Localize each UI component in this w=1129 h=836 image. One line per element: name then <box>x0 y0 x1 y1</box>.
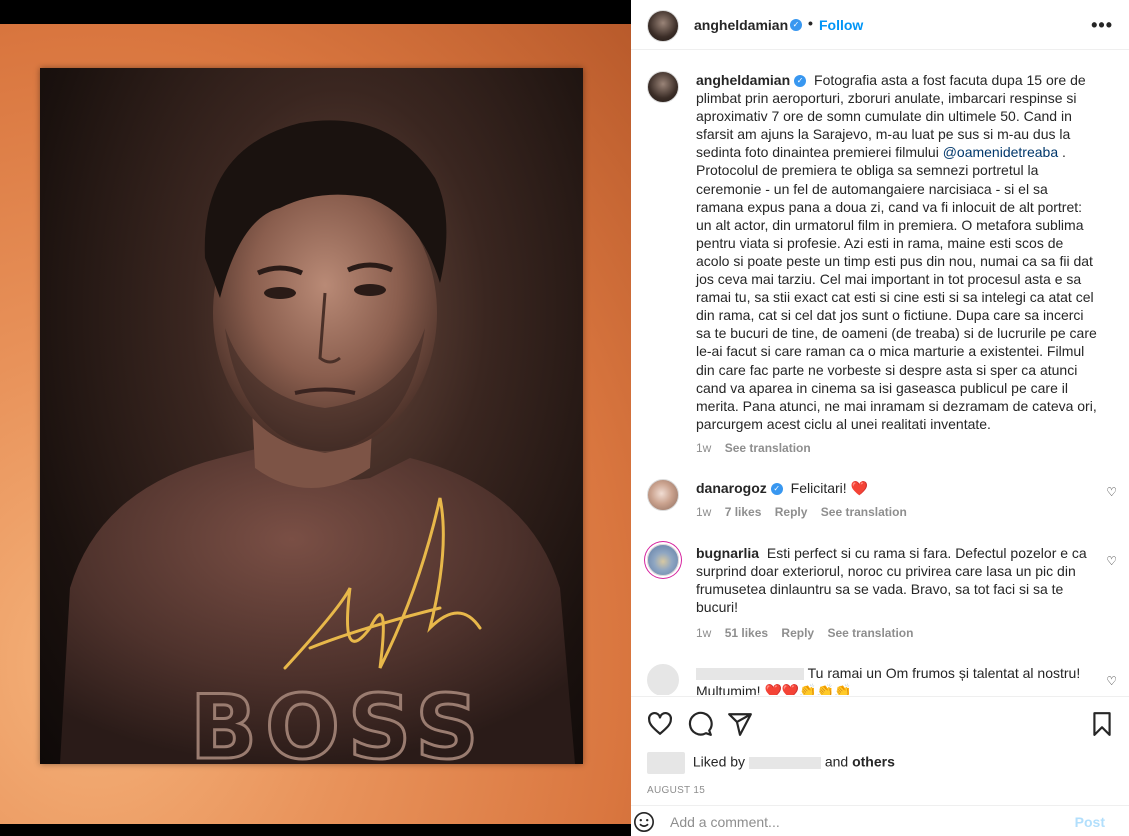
comment-item: Tu ramai un Om frumos și talentat al nos… <box>647 664 1117 695</box>
caption-text: angheldamian ✓ Fotografia asta a fost fac… <box>696 71 1098 433</box>
photo-pane: BOSS <box>0 0 631 836</box>
liked-by-and: and <box>824 753 849 770</box>
separator-dot: • <box>808 15 813 31</box>
comment-item: danarogoz ✓ Felicitari! ❤️ 1w 7 likes Rep… <box>647 479 1117 529</box>
comment-likes[interactable]: 51 likes <box>725 626 768 640</box>
liked-by-prefix: Liked by <box>692 753 746 770</box>
author-username[interactable]: angheldamian <box>694 17 788 33</box>
follow-button[interactable]: Follow <box>819 17 863 33</box>
comment-time[interactable]: 1w <box>696 626 711 640</box>
commenter-username[interactable]: bugnarlia <box>696 545 759 561</box>
see-translation-button[interactable]: See translation <box>821 505 907 519</box>
share-icon[interactable] <box>727 711 753 737</box>
comment-text: danarogoz ✓ Felicitari! ❤️ <box>696 479 1098 497</box>
side-panel: angheldamian ✓ • Follow ••• angheldamian… <box>631 0 1129 836</box>
liker-avatars[interactable] <box>647 752 685 774</box>
comment-likes[interactable]: 7 likes <box>725 505 762 519</box>
comment-input[interactable] <box>670 812 1050 832</box>
caption-username[interactable]: angheldamian <box>696 72 790 88</box>
caption-mention-link[interactable]: @oamenidetreaba <box>943 144 1058 160</box>
verified-badge-icon: ✓ <box>770 483 783 496</box>
see-translation-button[interactable]: See translation <box>827 626 913 640</box>
caption-see-translation[interactable]: See translation <box>725 441 811 455</box>
liked-by-others-link[interactable]: others <box>852 754 895 770</box>
post-comment-button[interactable]: Post <box>1075 814 1105 830</box>
commenter-username[interactable]: danarogoz <box>696 480 767 496</box>
author-avatar[interactable] <box>647 10 679 42</box>
reply-button[interactable]: Reply <box>775 505 808 519</box>
comment-time[interactable]: 1w <box>696 505 711 519</box>
heart-icon[interactable] <box>647 711 673 737</box>
comment-meta: 1w 51 likes Reply See translation <box>696 626 923 640</box>
more-options-icon[interactable]: ••• <box>1091 15 1113 36</box>
comment-item: bugnarlia Esti perfect si cu rama si far… <box>647 544 1117 644</box>
caption-avatar[interactable] <box>647 71 679 103</box>
comment-body: Felicitari! <box>790 480 847 496</box>
verified-badge-icon: ✓ <box>794 75 807 88</box>
caption-time[interactable]: 1w <box>696 441 711 455</box>
caption-entry: angheldamian ✓ Fotografia asta a fost fac… <box>647 71 1117 461</box>
verified-badge-icon: ✓ <box>790 19 802 31</box>
post-date[interactable]: AUGUST 15 <box>647 785 705 796</box>
heart-emoji: ❤️ <box>850 480 869 496</box>
post-actions: Liked by and others AUGUST 15 Post <box>631 696 1129 836</box>
commenter-avatar[interactable] <box>647 479 679 511</box>
redacted-liker-name[interactable] <box>748 757 821 769</box>
comment-text: bugnarlia Esti perfect si cu rama si far… <box>696 544 1098 616</box>
bookmark-icon[interactable] <box>1089 711 1115 737</box>
liked-by-summary: Liked by and others <box>647 752 895 774</box>
emoji-icon[interactable] <box>633 811 655 833</box>
svg-text:BOSS: BOSS <box>190 676 487 764</box>
post-photo[interactable]: BOSS <box>0 24 631 824</box>
comment-icon[interactable] <box>687 711 713 737</box>
portrait-illustration: BOSS <box>60 120 575 764</box>
like-comment-heart-icon[interactable]: ♡ <box>1106 485 1117 499</box>
caption-meta: 1w See translation <box>696 441 821 455</box>
framed-portrait: BOSS <box>40 68 583 764</box>
reply-button[interactable]: Reply <box>781 626 814 640</box>
like-comment-heart-icon[interactable]: ♡ <box>1106 674 1117 688</box>
comments-list[interactable]: angheldamian ✓ Fotografia asta a fost fac… <box>631 51 1129 695</box>
like-comment-heart-icon[interactable]: ♡ <box>1106 554 1117 568</box>
post-viewer: BOSS angheldamian ✓ • Follow ••• angheld… <box>0 0 1129 836</box>
photo-top-border <box>0 0 631 24</box>
redacted-username <box>696 668 804 681</box>
post-header: angheldamian ✓ • Follow ••• <box>631 0 1129 50</box>
commenter-avatar[interactable] <box>647 664 679 695</box>
comment-body: Tu ramai un Om frumos și talentat al nos… <box>807 665 1081 681</box>
add-comment-bar: Post <box>631 805 1129 836</box>
comment-text: Tu ramai un Om frumos și talentat al nos… <box>696 664 1098 695</box>
commenter-avatar[interactable] <box>647 544 679 576</box>
caption-text-part2: . Protocolul de premiera te obliga sa se… <box>696 144 1097 432</box>
comment-meta: 1w 7 likes Reply See translation <box>696 505 917 519</box>
comment-body-line2: Multumim! ❤️❤️👏👏👏 <box>696 683 852 695</box>
